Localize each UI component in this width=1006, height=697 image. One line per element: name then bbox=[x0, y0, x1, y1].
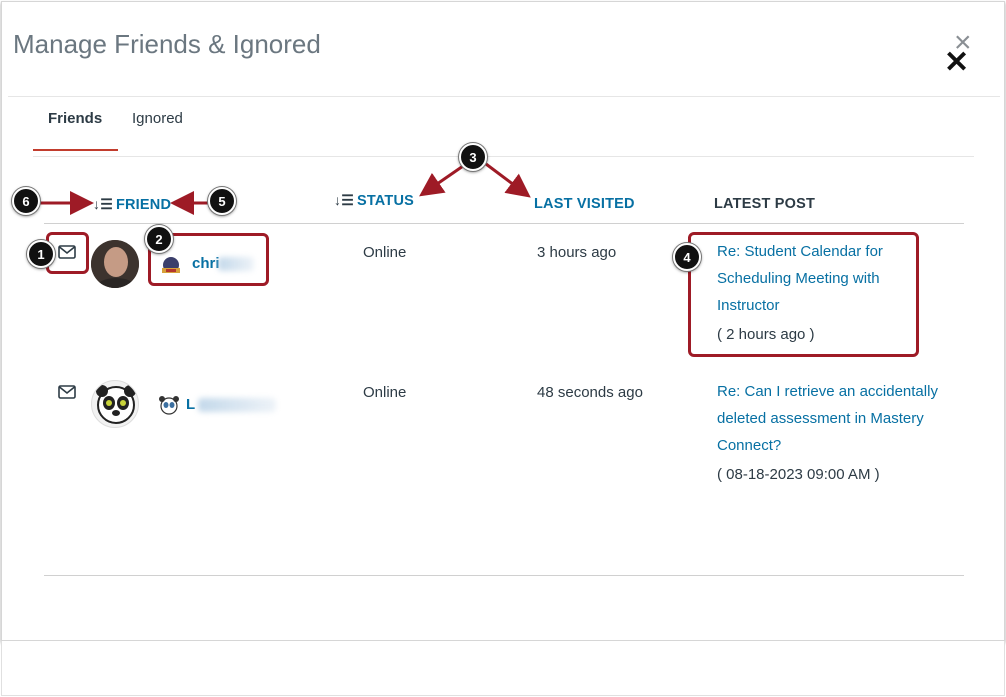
avatar[interactable] bbox=[91, 240, 139, 288]
callout-marker-5: 5 bbox=[208, 187, 236, 215]
callout-marker-1: 1 bbox=[27, 240, 55, 268]
friend-column-header[interactable]: ↓☰ FRIEND bbox=[93, 196, 171, 213]
panda-badge-icon bbox=[159, 396, 179, 415]
background-strip bbox=[1, 641, 1005, 696]
message-icon[interactable] bbox=[58, 385, 76, 399]
latest-post-column-header: LATEST POST bbox=[714, 196, 816, 212]
sort-icon: ↓☰ bbox=[334, 192, 354, 208]
callout-marker-2: 2 bbox=[145, 225, 173, 253]
status-value: Online bbox=[363, 244, 407, 261]
last-visited-column-header[interactable]: LAST VISITED bbox=[534, 196, 635, 212]
last-visited-value: 3 hours ago bbox=[537, 244, 617, 261]
tab-ignored[interactable]: Ignored bbox=[132, 110, 183, 127]
latest-post-link[interactable]: Re: Can I retrieve an accidentally delet… bbox=[717, 378, 967, 459]
callout-marker-3: 3 bbox=[459, 143, 487, 171]
highlight-latest-post bbox=[688, 232, 919, 357]
header-row-divider bbox=[44, 223, 964, 224]
active-tab-indicator bbox=[33, 149, 118, 151]
friend-header-label: FRIEND bbox=[115, 197, 172, 213]
panda-avatar-image bbox=[96, 385, 136, 424]
tabs-divider bbox=[33, 156, 974, 157]
status-column-header[interactable]: ↓☰ STATUS bbox=[334, 192, 414, 209]
callout-marker-4: 4 bbox=[673, 243, 701, 271]
user-photo bbox=[91, 240, 139, 288]
redacted-name bbox=[198, 398, 276, 412]
close-icon-annotation[interactable]: ✕ bbox=[944, 48, 969, 78]
callout-marker-6: 6 bbox=[12, 187, 40, 215]
sort-icon: ↓☰ bbox=[93, 196, 113, 212]
post-line: Connect? bbox=[717, 437, 782, 454]
avatar[interactable] bbox=[91, 380, 139, 428]
header-divider bbox=[8, 96, 1000, 97]
status-header-label: STATUS bbox=[356, 193, 415, 209]
status-value: Online bbox=[363, 384, 407, 401]
last-visited-value: 48 seconds ago bbox=[537, 384, 643, 401]
friend-name-link[interactable]: L bbox=[186, 396, 195, 413]
post-time: ( 08-18-2023 09:00 AM ) bbox=[717, 466, 880, 483]
post-line: deleted assessment in Mastery bbox=[717, 410, 924, 427]
tab-friends[interactable]: Friends bbox=[48, 110, 102, 127]
table-bottom-divider bbox=[44, 575, 964, 576]
dialog-title: Manage Friends & Ignored bbox=[13, 29, 321, 59]
post-line: Re: Can I retrieve an accidentally bbox=[717, 383, 938, 400]
